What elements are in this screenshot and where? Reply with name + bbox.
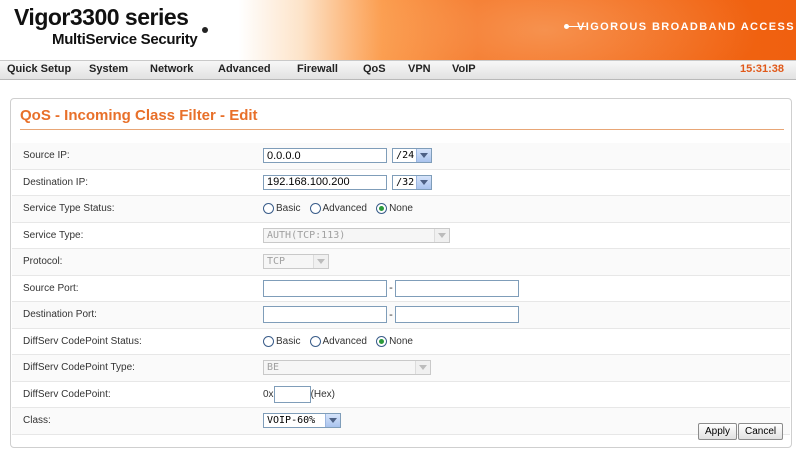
row-destination-port: Destination Port: -: [12, 301, 790, 329]
chevron-down-icon: [416, 149, 432, 163]
diffserv-status-none-label: None: [389, 335, 413, 347]
diffserv-status-basic-label: Basic: [276, 335, 301, 347]
filter-form: Source IP: /24 Destination IP: /32 Servi…: [12, 143, 790, 435]
source-port-separator: -: [389, 282, 393, 295]
service-type-value: AUTH(TCP:113): [267, 229, 346, 241]
row-source-port: Source Port: -: [12, 275, 790, 302]
logo-dot-icon: [202, 27, 208, 33]
row-diffserv-codepoint: DiffServ CodePoint: 0x (Hex): [12, 381, 790, 408]
destination-port-label: Destination Port:: [12, 301, 263, 329]
content-panel: QoS - Incoming Class Filter - Edit Sourc…: [10, 98, 792, 448]
service-status-none-label: None: [389, 203, 413, 215]
service-type-select[interactable]: AUTH(TCP:113): [263, 227, 450, 243]
protocol-value: TCP: [267, 256, 286, 268]
menu-advanced[interactable]: Advanced: [218, 63, 271, 75]
class-value: VOIP-60%: [267, 415, 316, 427]
menu-quick-setup[interactable]: Quick Setup: [7, 63, 71, 75]
source-port-end-input[interactable]: [395, 279, 519, 297]
diffserv-status-advanced-radio[interactable]: [309, 335, 321, 347]
destination-ip-label: Destination IP:: [12, 169, 263, 196]
row-service-type-status: Service Type Status: Basic Advanced None: [12, 195, 790, 223]
clock-display: 15:31:38: [739, 63, 784, 75]
service-status-basic-label: Basic: [276, 203, 301, 215]
diffserv-type-select[interactable]: BE: [263, 360, 431, 376]
diffserv-status-label: DiffServ CodePoint Status:: [12, 328, 263, 355]
protocol-label: Protocol:: [12, 248, 263, 276]
source-ip-mask-select[interactable]: /24: [392, 148, 433, 164]
row-diffserv-type: DiffServ CodePoint Type: BE: [12, 354, 790, 382]
chevron-down-icon: [415, 361, 430, 375]
menu-system[interactable]: System: [89, 63, 128, 75]
destination-port-end-input[interactable]: [395, 306, 519, 324]
row-destination-ip: Destination IP: /32: [12, 169, 790, 196]
service-status-advanced-radio[interactable]: [309, 203, 321, 215]
source-port-start-input[interactable]: [263, 279, 387, 297]
destination-port-separator: -: [389, 308, 393, 321]
row-service-type: Service Type: AUTH(TCP:113): [12, 222, 790, 249]
diffserv-status-advanced-label: Advanced: [322, 335, 367, 347]
service-type-label: Service Type:: [12, 222, 263, 249]
service-status-advanced-label: Advanced: [322, 203, 367, 215]
chevron-down-icon: [313, 255, 328, 269]
source-ip-input[interactable]: [263, 148, 387, 164]
logo-product-name: Vigor3300 series: [14, 4, 189, 30]
destination-ip-mask-select[interactable]: /32: [392, 174, 433, 190]
header-banner: Vigor3300 series MultiService Security V…: [0, 0, 796, 60]
menu-network[interactable]: Network: [150, 63, 193, 75]
menu-qos[interactable]: QoS: [363, 63, 386, 75]
row-class: Class: VOIP-60%: [12, 407, 790, 435]
destination-port-start-input[interactable]: [263, 306, 387, 324]
diffserv-status-basic-radio[interactable]: [263, 335, 274, 347]
destination-ip-mask-value: /32: [396, 176, 415, 188]
row-protocol: Protocol: TCP: [12, 248, 790, 276]
destination-ip-input[interactable]: [263, 174, 387, 190]
class-select[interactable]: VOIP-60%: [263, 413, 341, 429]
page-title: QoS - Incoming Class Filter - Edit: [20, 107, 258, 124]
chevron-down-icon: [434, 228, 449, 242]
codepoint-input[interactable]: [273, 385, 311, 403]
diffserv-type-label: DiffServ CodePoint Type:: [12, 354, 263, 382]
main-menu: Quick Setup System Network Advanced Fire…: [0, 60, 796, 80]
row-diffserv-status: DiffServ CodePoint Status: Basic Advance…: [12, 328, 790, 355]
service-status-none-radio[interactable]: [376, 203, 388, 215]
logo-subtitle: MultiService Security: [52, 31, 198, 48]
service-type-status-label: Service Type Status:: [12, 195, 263, 223]
source-ip-label: Source IP:: [12, 143, 263, 170]
apply-button[interactable]: Apply: [698, 423, 738, 440]
protocol-select[interactable]: TCP: [263, 254, 329, 270]
class-label: Class:: [12, 407, 263, 435]
tagline: VIGOROUS BROADBAND ACCESS: [577, 21, 795, 33]
source-port-label: Source Port:: [12, 275, 263, 302]
diffserv-type-value: BE: [267, 362, 280, 374]
chevron-down-icon: [416, 175, 432, 189]
title-divider: [20, 129, 784, 130]
diffserv-status-none-radio[interactable]: [376, 335, 388, 347]
codepoint-prefix: 0x: [263, 388, 274, 400]
source-ip-mask-value: /24: [396, 150, 415, 162]
menu-vpn[interactable]: VPN: [408, 63, 431, 75]
menu-firewall[interactable]: Firewall: [297, 63, 338, 75]
diffserv-codepoint-label: DiffServ CodePoint:: [12, 381, 263, 408]
chevron-down-icon: [325, 414, 340, 428]
codepoint-suffix: (Hex): [310, 388, 336, 400]
menu-voip[interactable]: VoIP: [452, 63, 476, 75]
service-status-basic-radio[interactable]: [263, 203, 274, 215]
cancel-button[interactable]: Cancel: [738, 423, 784, 440]
row-source-ip: Source IP: /24: [12, 143, 790, 170]
